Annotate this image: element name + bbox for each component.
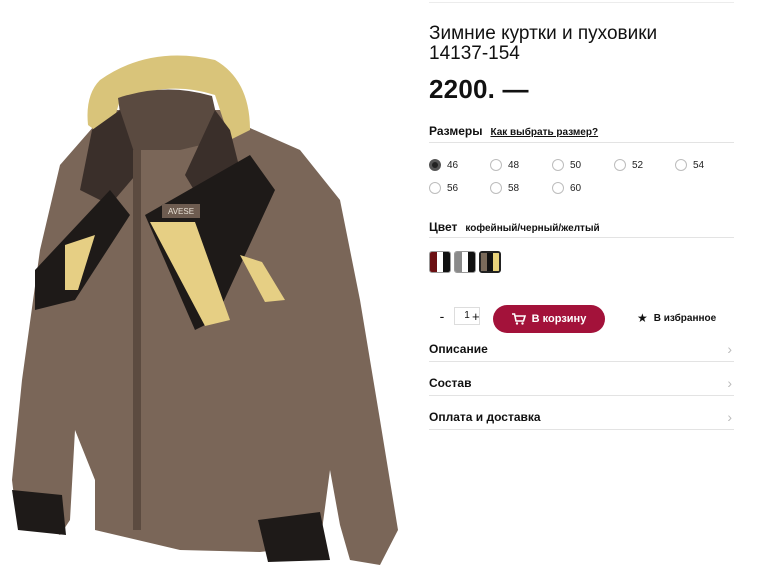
size-option-60[interactable]: 60 [552,182,581,194]
accordion-divider [429,361,734,362]
size-label: 46 [447,159,459,171]
radio-checked-icon[interactable] [429,159,441,171]
product-sku: 14137-154 [429,43,520,64]
chevron-right-icon: › [727,341,732,357]
size-label: 50 [570,159,582,171]
accordion-divider [429,429,734,430]
size-option-50[interactable]: 50 [552,159,581,171]
radio-icon[interactable] [490,182,502,194]
size-label: 60 [570,182,582,194]
svg-text:AVESE: AVESE [168,207,194,216]
chevron-right-icon: › [727,409,732,425]
accordion-payment-delivery[interactable]: Оплата и доставка › [429,403,734,431]
size-option-56[interactable]: 56 [429,182,458,194]
product-title-line1: Зимние куртки и пуховики [429,23,658,44]
color-value: кофейный/черный/желтый [465,223,600,234]
qty-plus-button[interactable]: + [472,309,480,324]
radio-icon[interactable] [490,159,502,171]
size-option-58[interactable]: 58 [490,182,519,194]
product-price: 2200. — [429,74,529,104]
size-option-46[interactable]: 46 [429,159,458,171]
accordion-description[interactable]: Описание › [429,335,734,363]
cart-icon [511,313,526,325]
radio-icon[interactable] [552,159,564,171]
chevron-right-icon: › [727,375,732,391]
size-label: 48 [508,159,520,171]
radio-icon[interactable] [429,182,441,194]
qty-minus-button[interactable]: - [436,308,448,324]
star-icon: ★ [637,311,648,325]
size-guide-link[interactable]: Как выбрать размер? [490,127,598,138]
quantity-stepper[interactable]: - 1 + [436,307,480,325]
product-image[interactable]: AVESE [0,0,420,571]
accordion-divider [429,395,734,396]
sizes-divider [429,142,734,143]
add-to-favorites[interactable]: ★ В избранное [637,311,716,325]
add-to-cart-label: В корзину [531,313,587,325]
color-swatch-coffee[interactable] [479,251,501,273]
sizes-header: Размеры Как выбрать размер? [429,124,734,138]
size-label: 52 [632,159,644,171]
color-swatch-burgundy[interactable] [429,251,451,273]
accordion-label: Состав [429,376,472,390]
size-label: 54 [693,159,705,171]
sizes-label: Размеры [429,124,483,138]
radio-icon[interactable] [552,182,564,194]
size-option-54[interactable]: 54 [675,159,704,171]
size-label: 58 [508,182,520,194]
radio-icon[interactable] [675,159,687,171]
add-to-cart-button[interactable]: В корзину [493,305,605,333]
color-swatch-grey[interactable] [454,251,476,273]
accordion-composition[interactable]: Состав › [429,369,734,397]
accordion-label: Описание [429,342,488,356]
favorites-label: В избранное [653,312,717,324]
size-option-48[interactable]: 48 [490,159,519,171]
size-option-52[interactable]: 52 [614,159,643,171]
size-label: 56 [447,182,459,194]
product-title: Зимние куртки и пуховики 14137-154 [429,24,734,64]
color-label: Цвет [429,220,458,234]
radio-icon[interactable] [614,159,626,171]
accordion-label: Оплата и доставка [429,410,541,424]
top-divider [429,2,734,3]
color-divider [429,237,734,238]
jacket-illustration: AVESE [12,55,398,565]
color-header: Цвет кофейный/черный/желтый [429,220,734,234]
